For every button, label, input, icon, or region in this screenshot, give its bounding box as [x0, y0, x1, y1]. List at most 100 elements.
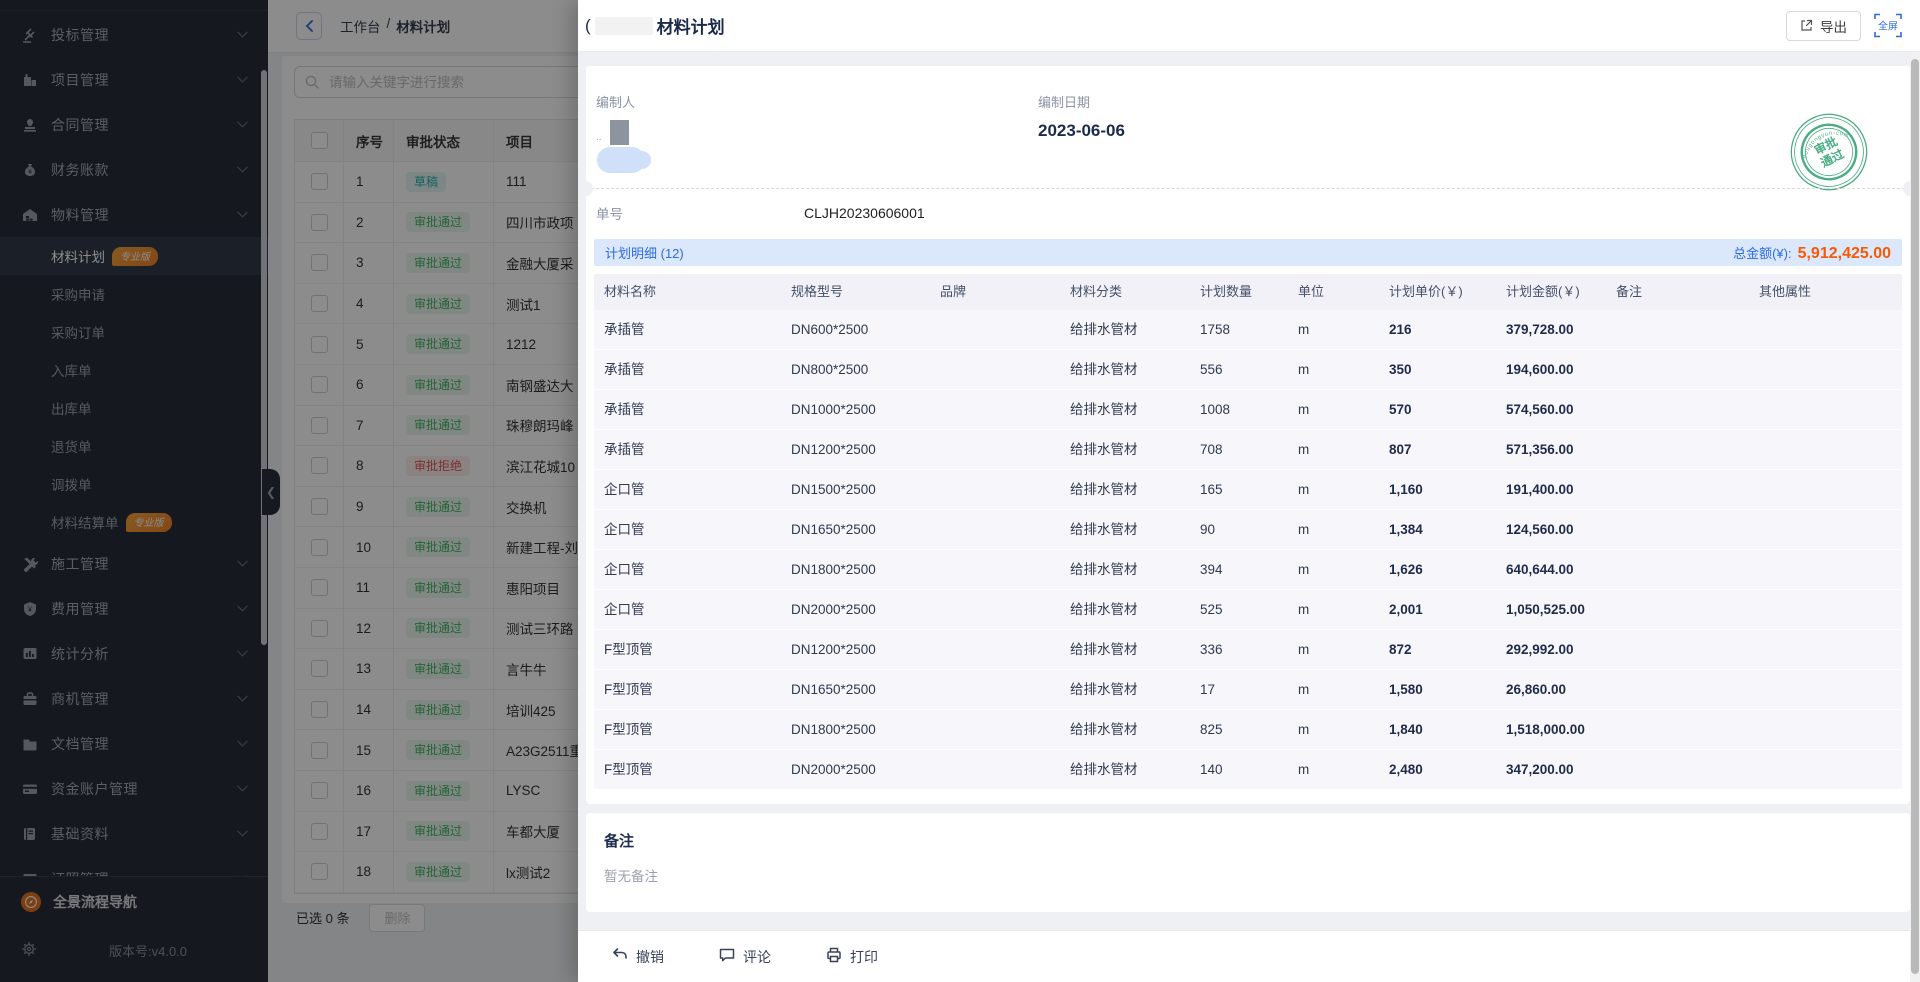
- cell-price: 1,160: [1379, 470, 1496, 509]
- cell-price: 1,840: [1379, 710, 1496, 749]
- cell-remark: [1606, 670, 1749, 709]
- cell-qty: 556: [1190, 350, 1288, 389]
- cell-name: 承插管: [594, 430, 781, 469]
- cell-category: 给排水管材: [1060, 510, 1190, 549]
- fullscreen-icon: 全屏: [1874, 13, 1902, 38]
- cell-qty: 1008: [1190, 390, 1288, 429]
- date-label: 编制日期: [1038, 92, 1125, 111]
- cell-price: 570: [1379, 390, 1496, 429]
- detail-col-6: 计划单价(￥): [1379, 274, 1496, 310]
- cell-brand: [930, 630, 1060, 669]
- cell-name: 企口管: [594, 510, 781, 549]
- cell-qty: 17: [1190, 670, 1288, 709]
- cell-unit: m: [1288, 350, 1379, 389]
- detail-row[interactable]: 承插管DN1200*2500给排水管材708m807571,356.00: [594, 430, 1902, 470]
- detail-row[interactable]: 承插管DN600*2500给排水管材1758m216379,728.00: [594, 310, 1902, 350]
- order-row: 单号 CLJH20230606001: [586, 203, 1910, 223]
- cell-name: 企口管: [594, 550, 781, 589]
- cell-other: [1749, 510, 1902, 549]
- cell-amount: 191,400.00: [1496, 470, 1606, 509]
- cell-qty: 525: [1190, 590, 1288, 629]
- cell-spec: DN1500*2500: [781, 470, 930, 509]
- detail-row[interactable]: 企口管DN1500*2500给排水管材165m1,160191,400.00: [594, 470, 1902, 510]
- title-prefix: (: [585, 16, 591, 36]
- cell-brand: [930, 350, 1060, 389]
- cell-remark: [1606, 550, 1749, 589]
- creator-block: 编制人 ..: [596, 92, 666, 174]
- remark-empty-text: 暂无备注: [604, 865, 1892, 885]
- cell-category: 给排水管材: [1060, 470, 1190, 509]
- date-value: 2023-06-06: [1038, 121, 1125, 141]
- cell-category: 给排水管材: [1060, 750, 1190, 789]
- export-button[interactable]: 导出: [1786, 11, 1861, 41]
- cell-name: 企口管: [594, 470, 781, 509]
- detail-row[interactable]: 企口管DN1800*2500给排水管材394m1,626640,644.00: [594, 550, 1902, 590]
- print-icon: [825, 946, 843, 967]
- export-label: 导出: [1820, 16, 1847, 36]
- plan-detail-title: 计划明细 (12): [605, 243, 684, 262]
- detail-col-7: 计划金额(￥): [1496, 274, 1606, 310]
- cell-spec: DN2000*2500: [781, 750, 930, 789]
- fullscreen-button[interactable]: 全屏: [1874, 13, 1902, 38]
- detail-row[interactable]: F型顶管DN2000*2500给排水管材140m2,480347,200.00: [594, 750, 1902, 790]
- detail-row[interactable]: 企口管DN1650*2500给排水管材90m1,384124,560.00: [594, 510, 1902, 550]
- drawer-header: ( 材料计划 导出 全屏: [578, 0, 1920, 52]
- approval-stamp: dougongyun-com 审批 通过: [1789, 112, 1869, 192]
- cell-other: [1749, 390, 1902, 429]
- drawer-scrollbar[interactable]: [1910, 53, 1920, 982]
- cell-other: [1749, 430, 1902, 469]
- cell-amount: 292,992.00: [1496, 630, 1606, 669]
- detail-row[interactable]: 企口管DN2000*2500给排水管材525m2,0011,050,525.00: [594, 590, 1902, 630]
- cell-name: F型顶管: [594, 670, 781, 709]
- drawer-title: 材料计划: [657, 13, 725, 38]
- dashed-divider: [586, 188, 1910, 189]
- modal-mask[interactable]: [0, 0, 578, 982]
- cell-remark: [1606, 310, 1749, 349]
- cell-category: 给排水管材: [1060, 630, 1190, 669]
- cell-amount: 194,600.00: [1496, 350, 1606, 389]
- drawer-footer: 撤销 评论 打印: [578, 930, 1920, 982]
- undo-button[interactable]: 撤销: [605, 945, 670, 968]
- cell-unit: m: [1288, 510, 1379, 549]
- cell-other: [1749, 630, 1902, 669]
- comment-button[interactable]: 评论: [712, 945, 777, 968]
- cell-remark: [1606, 430, 1749, 469]
- detail-col-2: 品牌: [930, 274, 1060, 310]
- cell-other: [1749, 710, 1902, 749]
- app-root: 工作台 / 材料计划 序号 审批状态 项目 1 草稿 111 2 审批通过: [0, 0, 1920, 982]
- cell-amount: 379,728.00: [1496, 310, 1606, 349]
- detail-row[interactable]: F型顶管DN1800*2500给排水管材825m1,8401,518,000.0…: [594, 710, 1902, 750]
- cell-brand: [930, 310, 1060, 349]
- detail-row[interactable]: F型顶管DN1650*2500给排水管材17m1,58026,860.00: [594, 670, 1902, 710]
- cell-amount: 571,356.00: [1496, 430, 1606, 469]
- remark-title: 备注: [604, 830, 1892, 851]
- print-button[interactable]: 打印: [819, 945, 884, 968]
- drawer-scrollbar-thumb[interactable]: [1911, 59, 1919, 974]
- detail-col-0: 材料名称: [594, 274, 781, 310]
- cell-spec: DN2000*2500: [781, 590, 930, 629]
- cell-spec: DN1200*2500: [781, 630, 930, 669]
- cell-amount: 124,560.00: [1496, 510, 1606, 549]
- cell-qty: 1758: [1190, 310, 1288, 349]
- cell-name: F型顶管: [594, 750, 781, 789]
- cell-other: [1749, 350, 1902, 389]
- detail-row[interactable]: 承插管DN1000*2500给排水管材1008m570574,560.00: [594, 390, 1902, 430]
- detail-row[interactable]: F型顶管DN1200*2500给排水管材336m872292,992.00: [594, 630, 1902, 670]
- cell-amount: 640,644.00: [1496, 550, 1606, 589]
- cell-spec: DN1650*2500: [781, 510, 930, 549]
- cell-brand: [930, 390, 1060, 429]
- redacted-project-name: [595, 17, 653, 35]
- cell-qty: 825: [1190, 710, 1288, 749]
- cell-category: 给排水管材: [1060, 310, 1190, 349]
- creator-redacted: ..: [596, 120, 666, 174]
- detail-row[interactable]: 承插管DN800*2500给排水管材556m350194,600.00: [594, 350, 1902, 390]
- cell-unit: m: [1288, 430, 1379, 469]
- cell-unit: m: [1288, 590, 1379, 629]
- cell-remark: [1606, 630, 1749, 669]
- order-number-label: 单号: [596, 203, 804, 223]
- cell-category: 给排水管材: [1060, 550, 1190, 589]
- cell-qty: 336: [1190, 630, 1288, 669]
- cell-spec: DN800*2500: [781, 350, 930, 389]
- drawer-body: 编制人 .. 编制日期 2023-06-06: [578, 53, 1920, 931]
- cell-remark: [1606, 390, 1749, 429]
